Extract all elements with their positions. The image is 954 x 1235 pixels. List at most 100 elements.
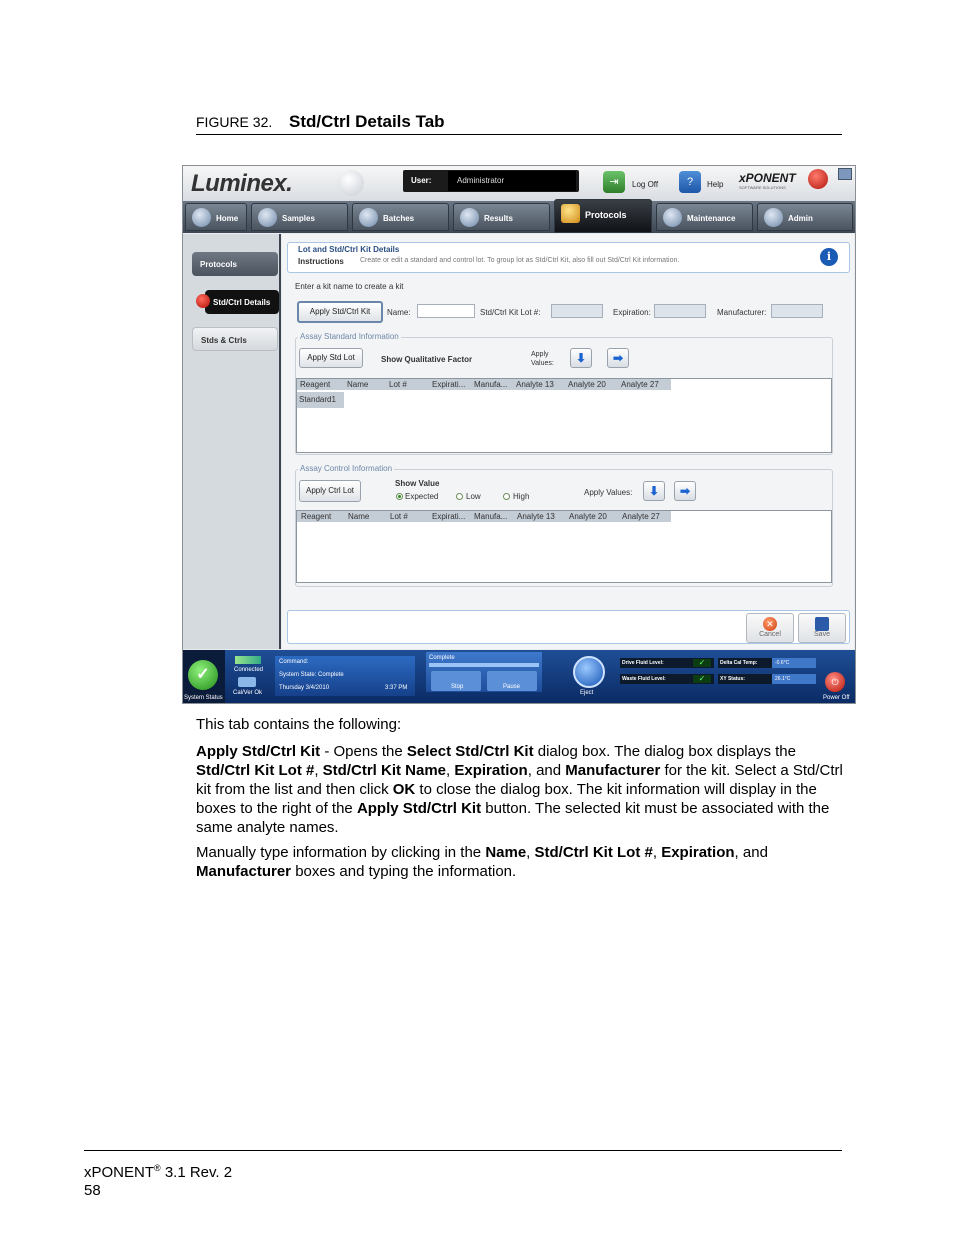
col-manufacturer[interactable]: Manufa...: [474, 379, 507, 390]
assay-standard-label: Assay Standard Information: [298, 332, 401, 341]
bold-term: Std/Ctrl Kit Name: [322, 762, 447, 779]
col-name[interactable]: Name: [347, 379, 368, 390]
apply-down-arrow-icon[interactable]: ⬇: [643, 481, 665, 501]
help-icon[interactable]: ?: [679, 171, 701, 193]
tab-label: Protocols: [585, 210, 627, 220]
kit-prompt: Enter a kit name to create a kit: [295, 282, 404, 291]
manual-entry-paragraph: Manually type information by clicking in…: [196, 843, 844, 881]
tab-results[interactable]: Results: [453, 203, 550, 231]
cancel-button[interactable]: ✕ Cancel: [746, 613, 794, 643]
maintenance-icon: [663, 208, 682, 227]
bold-term: Apply Std/Ctrl Kit: [356, 800, 482, 817]
apply-values-label-2: Apply Values:: [584, 488, 633, 497]
expiration-field[interactable]: [654, 304, 706, 318]
col-reagent[interactable]: Reagent: [301, 511, 331, 522]
tab-batches[interactable]: Batches: [352, 203, 449, 231]
details-title: Lot and Std/Ctrl Kit Details: [298, 245, 400, 254]
text-run: Manually type information by clicking in…: [196, 844, 486, 861]
help-label[interactable]: Help: [707, 180, 723, 189]
col-analyte-27[interactable]: Analyte 27: [622, 511, 660, 522]
tab-label: Admin: [788, 214, 813, 223]
tab-maintenance[interactable]: Maintenance: [656, 203, 753, 231]
logoff-label[interactable]: Log Off: [632, 180, 658, 189]
delta-cal-label: Delta Cal Temp:: [718, 658, 772, 668]
apply-ctrl-lot-button[interactable]: Apply Ctrl Lot: [299, 480, 361, 502]
col-analyte-13[interactable]: Analyte 13: [516, 379, 554, 390]
command-label: Command:: [279, 659, 309, 665]
side-item-stds-ctrls[interactable]: Stds & Ctrls: [192, 327, 278, 351]
apply-kit-paragraph: Apply Std/Ctrl Kit - Opens the Select St…: [196, 742, 844, 837]
tab-home[interactable]: Home: [185, 203, 247, 231]
manufacturer-field[interactable]: [771, 304, 823, 318]
side-item-protocols[interactable]: Protocols: [192, 252, 278, 276]
control-grid: Reagent Name Lot # Expirati... Manufa...…: [296, 510, 832, 583]
bold-term: Std/Ctrl Kit Lot #: [196, 762, 315, 779]
samples-icon: [258, 208, 277, 227]
radio-expected[interactable]: [396, 493, 403, 500]
status-orb-icon: [808, 169, 828, 189]
col-reagent[interactable]: Reagent: [300, 379, 330, 390]
tab-admin[interactable]: Admin: [757, 203, 853, 231]
progress-bar: [429, 663, 539, 667]
bold-term: Name: [485, 844, 527, 861]
col-name[interactable]: Name: [348, 511, 369, 522]
connected-icon: [235, 656, 261, 664]
radio-high[interactable]: [503, 493, 510, 500]
save-button[interactable]: Save: [798, 613, 846, 643]
info-icon[interactable]: i: [820, 248, 838, 266]
col-analyte-20[interactable]: Analyte 20: [569, 511, 607, 522]
lot-field[interactable]: [551, 304, 603, 318]
system-status-label: System Status: [184, 695, 223, 701]
col-expiration[interactable]: Expirati...: [432, 511, 465, 522]
window-button[interactable]: [838, 168, 852, 180]
power-off-icon[interactable]: ⏻: [825, 672, 845, 692]
apply-right-arrow-icon[interactable]: ➡: [674, 481, 696, 501]
manufacturer-label: Manufacturer:: [717, 308, 767, 317]
bold-term: Std/Ctrl Kit Lot #: [534, 844, 653, 861]
eject-button[interactable]: [573, 656, 605, 688]
connected-label: Connected: [234, 667, 264, 673]
bold-term: OK: [392, 781, 416, 798]
product-version: 3.1 Rev. 2: [160, 1164, 233, 1181]
side-item-std-ctrl-details[interactable]: Std/Ctrl Details: [205, 290, 279, 314]
apply-down-arrow-icon[interactable]: ⬇: [570, 348, 592, 368]
tab-label: Samples: [282, 214, 315, 223]
col-analyte-20[interactable]: Analyte 20: [568, 379, 606, 390]
radio-low[interactable]: [456, 493, 463, 500]
col-lot[interactable]: Lot #: [389, 379, 407, 390]
xy-status-label: XY Status:: [718, 674, 772, 684]
name-field[interactable]: [417, 304, 475, 318]
drive-fluid-ok-icon: ✓: [693, 659, 711, 667]
logoff-icon[interactable]: ⇥: [603, 171, 625, 193]
top-bar: Luminex. User: Administrator ⇥ Log Off ?…: [183, 166, 855, 201]
col-lot[interactable]: Lot #: [390, 511, 408, 522]
xponent-brand: xPONENT: [739, 171, 796, 185]
col-expiration[interactable]: Expirati...: [432, 379, 465, 390]
user-label: User:: [411, 176, 432, 185]
home-icon: [192, 208, 211, 227]
apply-std-ctrl-kit-button[interactable]: Apply Std/Ctrl Kit: [297, 301, 383, 323]
text-run: ,: [652, 844, 662, 861]
instructions-text: Create or edit a standard and control lo…: [360, 257, 680, 264]
footer-rule: [84, 1150, 842, 1151]
radio-low-label[interactable]: Low: [466, 492, 481, 501]
radio-expected-label[interactable]: Expected: [405, 492, 438, 501]
show-qualitative-factor[interactable]: Show Qualitative Factor: [381, 355, 472, 364]
main-nav: Home Samples Batches Results Protocols M…: [183, 199, 855, 233]
col-manufacturer[interactable]: Manufa...: [474, 511, 507, 522]
waste-fluid-ok-icon: ✓: [693, 675, 711, 683]
apply-std-lot-button[interactable]: Apply Std Lot: [299, 348, 363, 368]
radio-high-label[interactable]: High: [513, 492, 529, 501]
apply-values-label: Apply Values:: [531, 351, 554, 367]
user-value: Administrator: [457, 176, 505, 185]
text-run: - Opens the: [320, 743, 407, 760]
standard-grid: Reagent Name Lot # Expirati... Manufa...…: [296, 378, 832, 453]
col-analyte-13[interactable]: Analyte 13: [517, 511, 555, 522]
col-analyte-27[interactable]: Analyte 27: [621, 379, 659, 390]
apply-right-arrow-icon[interactable]: ➡: [607, 348, 629, 368]
table-row[interactable]: Standard1: [297, 392, 344, 408]
tab-samples[interactable]: Samples: [251, 203, 348, 231]
system-status-check-icon[interactable]: ✓: [188, 660, 218, 690]
tab-protocols[interactable]: Protocols: [554, 199, 652, 233]
calver-label: Cal/Ver Ok: [233, 690, 263, 696]
